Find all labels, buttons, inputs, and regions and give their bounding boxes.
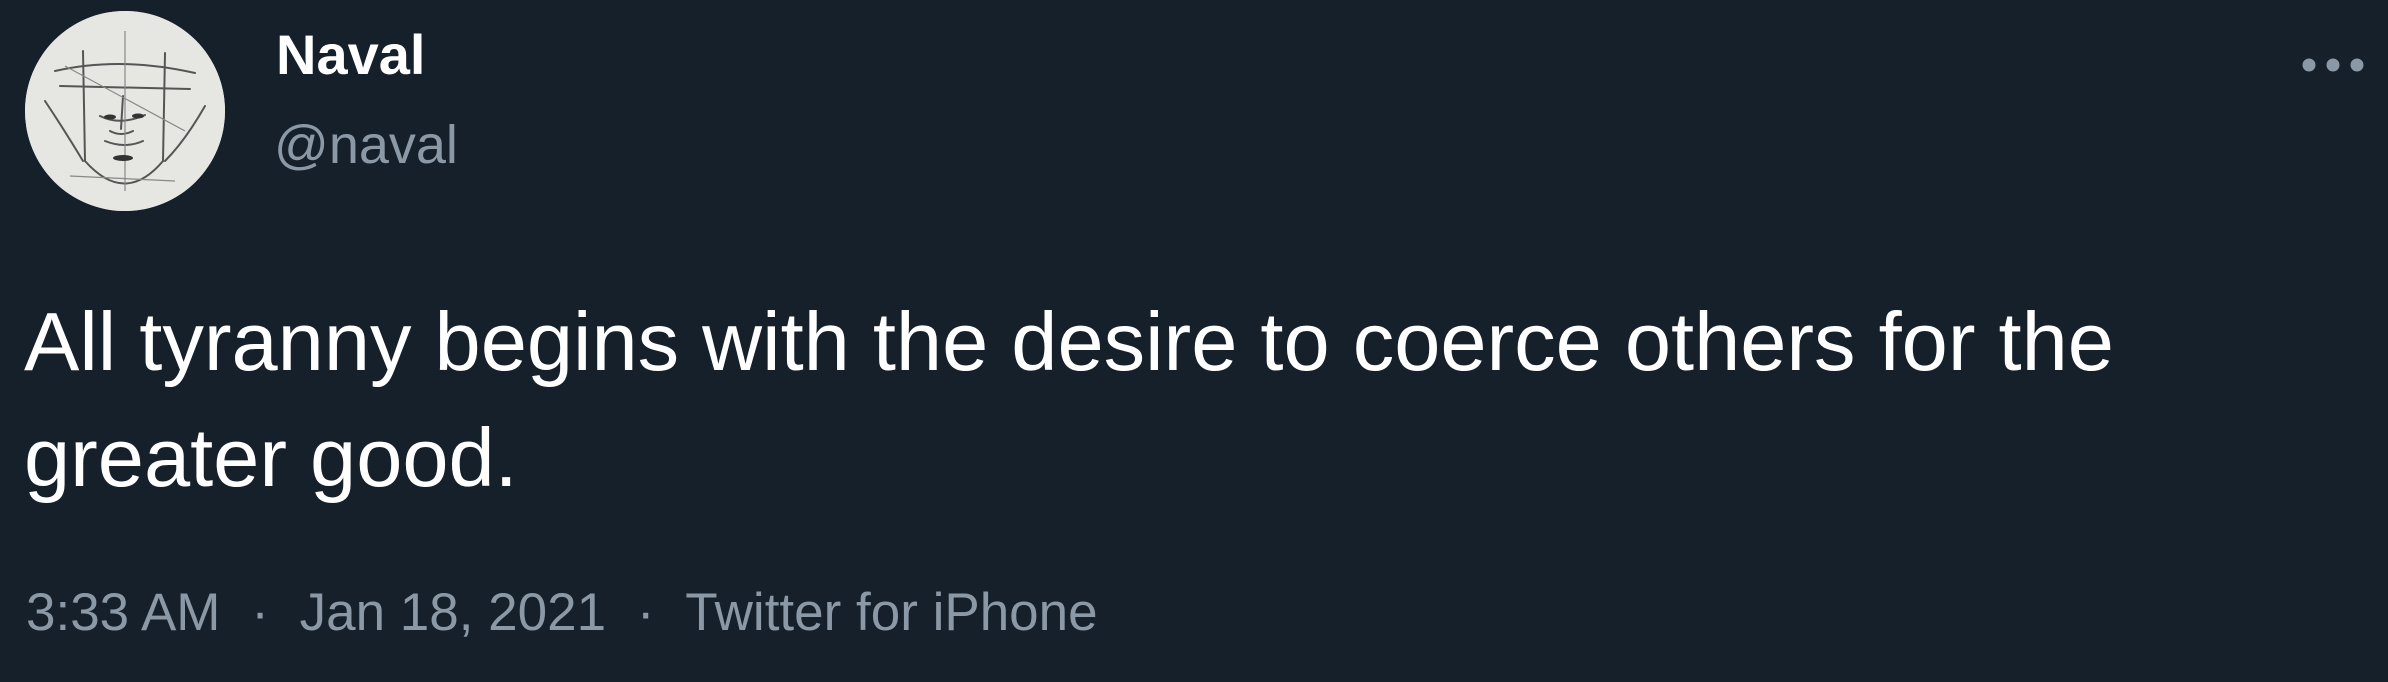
tweet-date[interactable]: Jan 18, 2021 bbox=[300, 586, 606, 639]
tweet-time[interactable]: 3:33 AM bbox=[26, 586, 220, 639]
meta-separator: · bbox=[636, 583, 655, 642]
author-handle[interactable]: @naval bbox=[274, 118, 458, 172]
more-options-icon bbox=[2302, 58, 2364, 72]
author-display-name[interactable]: Naval bbox=[276, 27, 425, 83]
tweet-card: Naval @naval All tyranny begins with the… bbox=[0, 0, 2388, 682]
more-options-button[interactable] bbox=[2300, 48, 2366, 82]
tweet-text: All tyranny begins with the desire to co… bbox=[24, 295, 2114, 504]
meta-separator: · bbox=[251, 583, 269, 642]
avatar[interactable] bbox=[25, 11, 225, 211]
tweet-source[interactable]: Twitter for iPhone bbox=[685, 586, 1097, 639]
tweet-metadata: 3:33 AM · Jan 18, 2021 · Twitter for iPh… bbox=[26, 586, 1098, 639]
sketched-face-avatar-icon bbox=[25, 11, 225, 211]
